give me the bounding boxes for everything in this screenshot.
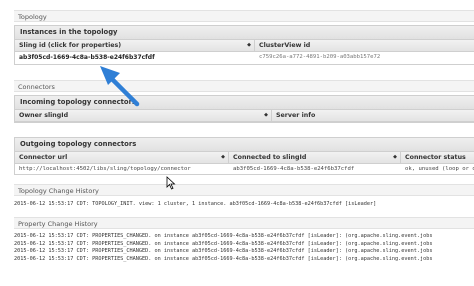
- annotation-arrow-icon: [100, 66, 140, 107]
- mouse-cursor-icon: [166, 176, 176, 190]
